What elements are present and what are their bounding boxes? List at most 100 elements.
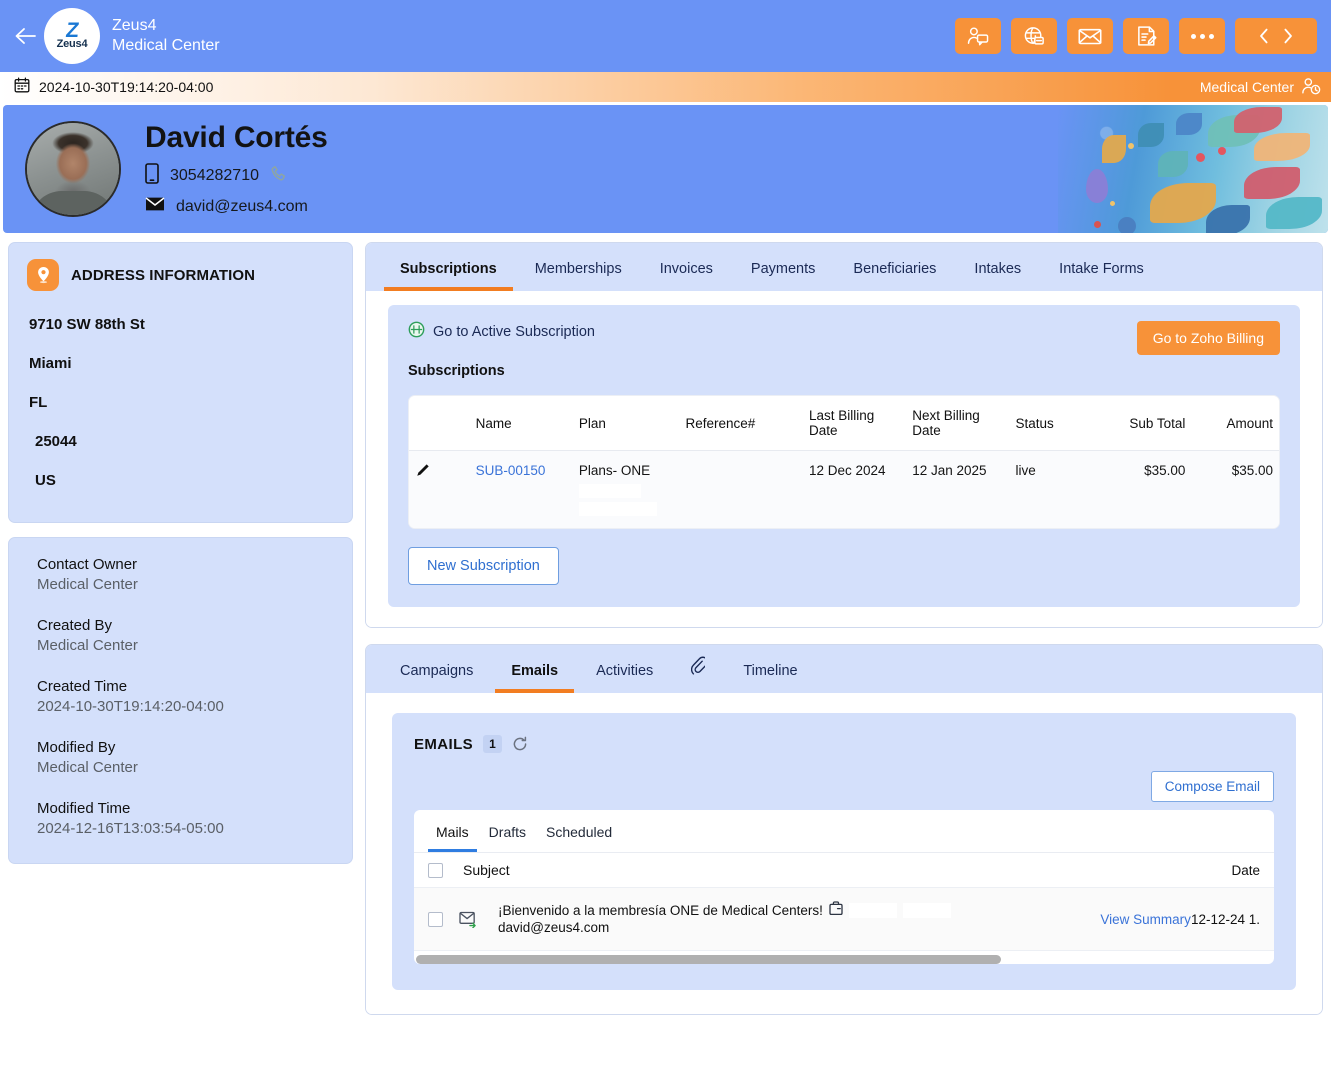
table-header-row: Name Plan Reference# Last Billing Date N…	[409, 396, 1279, 451]
col-reference: Reference#	[679, 396, 803, 451]
mail-row[interactable]: ¡Bienvenido a la membresía ONE de Medica…	[414, 888, 1274, 951]
attachment-icon[interactable]	[675, 645, 721, 693]
horizontal-scrollbar[interactable]	[416, 955, 1001, 964]
table-row[interactable]: SUB-00150 Plans- ONE 12 Dec 2024 12 Jan …	[409, 450, 1279, 528]
meta-modified-by: Modified By Medical Center	[37, 739, 334, 776]
tab-timeline[interactable]: Timeline	[727, 652, 813, 693]
tab-activities[interactable]: Activities	[580, 652, 669, 693]
address-line-zip: 25044	[35, 433, 77, 450]
contact-email-row: david@zeus4.com	[145, 196, 328, 217]
redacted-block	[902, 902, 951, 918]
meta-value: 2024-10-30T19:14:20-04:00	[37, 698, 224, 715]
pencil-icon[interactable]	[415, 463, 430, 482]
meta-created-by: Created By Medical Center	[37, 617, 334, 654]
mail-header-row: Subject Date	[414, 853, 1274, 888]
subscriptions-content: Go to Active Subscription Go to Zoho Bil…	[388, 305, 1300, 607]
select-all-checkbox[interactable]	[428, 862, 443, 878]
col-last-billing-date: Last Billing Date	[802, 396, 907, 451]
tab-intake-forms[interactable]: Intake Forms	[1043, 250, 1160, 291]
subscriptions-panel: Subscriptions Memberships Invoices Payme…	[365, 242, 1323, 628]
contact-phone-row: 3054282710	[145, 163, 328, 189]
tab-memberships[interactable]: Memberships	[519, 250, 638, 291]
phone-call-icon[interactable]	[270, 165, 287, 187]
redacted-block	[578, 502, 657, 516]
address-line-country: US	[35, 472, 56, 489]
tab-subscriptions[interactable]: Subscriptions	[384, 250, 513, 291]
row-reference-cell	[679, 450, 803, 528]
green-circle-icon	[408, 321, 425, 343]
go-to-zoho-billing-button[interactable]: Go to Zoho Billing	[1136, 321, 1280, 355]
brand-line-2: Medical Center	[112, 37, 220, 54]
subtab-mails[interactable]: Mails	[428, 820, 477, 852]
subscriptions-section-label: Subscriptions	[408, 363, 505, 379]
meta-contact-owner: Contact Owner Medical Center	[37, 556, 334, 593]
tab-payments[interactable]: Payments	[735, 250, 831, 291]
row-amount-cell: $35.00	[1191, 450, 1279, 528]
assign-user-icon[interactable]	[955, 18, 1001, 54]
refresh-icon[interactable]	[512, 736, 528, 752]
zeus4-logo: Z Zeus4	[44, 8, 100, 64]
user-clock-icon[interactable]	[1301, 77, 1321, 98]
record-owner-label: Medical Center	[1199, 79, 1294, 95]
mail-subtabs: Mails Drafts Scheduled	[414, 810, 1274, 852]
address-information-card: ADDRESS INFORMATION 9710 SW 88th St Miam…	[8, 242, 353, 523]
emails-panel: Campaigns Emails Activities Timeline EMA…	[365, 644, 1323, 1015]
prev-next-nav[interactable]	[1235, 18, 1317, 54]
view-summary-link[interactable]: View Summary	[1100, 912, 1191, 927]
tab-beneficiaries[interactable]: Beneficiaries	[837, 250, 952, 291]
redacted-block	[848, 902, 897, 918]
back-arrow-icon[interactable]	[10, 21, 40, 51]
col-edit	[409, 396, 470, 451]
attachment-card-icon[interactable]	[829, 901, 843, 919]
lower-tab-bar: Campaigns Emails Activities Timeline	[366, 645, 1322, 693]
meta-modified-time: Modified Time 2024-12-16T13:03:54-05:00	[37, 800, 334, 837]
contact-profile-banner: David Cortés 3054282710 david@zeus4.com	[3, 105, 1328, 233]
compose-email-button[interactable]: Compose Email	[1150, 771, 1274, 802]
location-pin-icon	[27, 259, 59, 291]
edit-note-icon[interactable]	[1123, 18, 1169, 54]
col-status: Status	[1009, 396, 1111, 451]
emails-title: EMAILS	[414, 735, 474, 753]
mail-subject: ¡Bienvenido a la membresía ONE de Medica…	[498, 902, 823, 918]
meta-label: Modified Time	[37, 800, 131, 817]
meta-label: Contact Owner	[37, 556, 138, 573]
row-checkbox[interactable]	[428, 911, 443, 927]
new-subscription-button[interactable]: New Subscription	[408, 547, 559, 585]
mail-sent-icon	[459, 911, 478, 928]
row-edit-cell[interactable]	[409, 450, 470, 528]
mail-date: 12-12-24 1.	[1190, 911, 1260, 927]
col-plan: Plan	[572, 396, 680, 451]
main-content: Subscriptions Memberships Invoices Payme…	[365, 242, 1323, 1082]
tab-emails[interactable]: Emails	[495, 652, 575, 693]
active-subscription-label: Go to Active Subscription	[433, 324, 595, 340]
tab-intakes[interactable]: Intakes	[958, 250, 1037, 291]
col-next-billing-date: Next Billing Date	[906, 396, 1010, 451]
row-status-cell: live	[1009, 450, 1111, 528]
brand-line-1: Zeus4	[112, 16, 157, 34]
address-line-street: 9710 SW 88th St	[29, 316, 145, 333]
subscriptions-table: Name Plan Reference# Last Billing Date N…	[409, 396, 1279, 528]
tab-campaigns[interactable]: Campaigns	[384, 652, 489, 693]
emails-count-badge: 1	[483, 735, 502, 753]
send-email-icon[interactable]	[1067, 18, 1113, 54]
redacted-block	[578, 484, 641, 498]
subtab-scheduled[interactable]: Scheduled	[538, 820, 620, 852]
meta-value: Medical Center	[37, 576, 138, 593]
globe-tag-icon[interactable]	[1011, 18, 1057, 54]
tab-invoices[interactable]: Invoices	[644, 250, 729, 291]
app-header: Z Zeus4 Zeus4 Medical Center	[0, 0, 1331, 72]
col-date: Date	[1231, 862, 1260, 878]
contact-avatar	[25, 121, 121, 217]
subscription-link[interactable]: SUB-00150	[476, 463, 546, 478]
record-timestamp: 2024-10-30T19:14:20-04:00	[39, 79, 214, 95]
brand-block: Z Zeus4 Zeus4 Medical Center	[44, 8, 220, 64]
plan-value: Plans- ONE	[578, 463, 651, 478]
meta-value: Medical Center	[37, 637, 138, 654]
meta-label: Created Time	[37, 678, 128, 695]
col-amount: Amount	[1191, 396, 1279, 451]
go-to-active-subscription-link[interactable]: Go to Active Subscription	[408, 321, 595, 343]
meta-created-time: Created Time 2024-10-30T19:14:20-04:00	[37, 678, 334, 715]
more-options-icon[interactable]	[1179, 18, 1225, 54]
subtab-drafts[interactable]: Drafts	[481, 820, 534, 852]
row-name-cell[interactable]: SUB-00150	[469, 450, 573, 528]
